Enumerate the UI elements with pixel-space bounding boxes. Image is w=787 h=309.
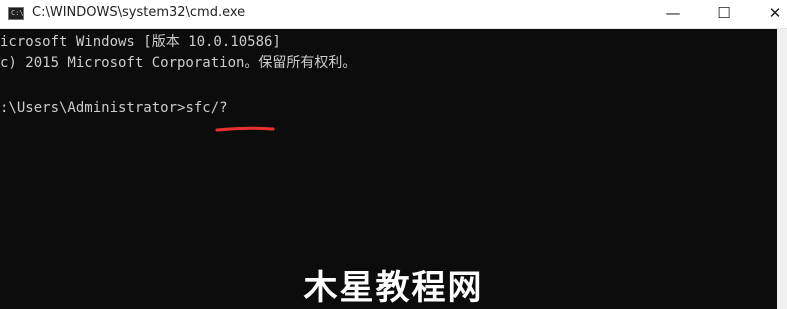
typed-command: sfc/? [185,100,228,116]
console-line-prompt: :\Users\Administrator>sfc/? [0,99,228,117]
cmd-window: C:\ C:\WINDOWS\system32\cmd.exe — ☐ ✕ ic… [0,0,787,309]
cmd-icon: C:\ [8,7,24,20]
console-output[interactable]: icrosoft Windows [版本 10.0.10586] c) 2015… [0,29,777,309]
watermark-text: 木星教程网 [303,268,484,308]
maximize-button[interactable]: ☐ [701,0,747,28]
scrollbar[interactable] [777,29,787,309]
console-line-copyright: c) 2015 Microsoft Corporation。保留所有权利。 [0,55,357,71]
close-button[interactable]: ✕ [752,0,787,28]
red-underline-annotation [215,126,275,132]
prompt-path: :\Users\Administrator> [0,100,186,116]
window-title: C:\WINDOWS\system32\cmd.exe [32,5,246,20]
minimize-button[interactable]: — [650,0,696,28]
console-line-version: icrosoft Windows [版本 10.0.10586] [0,34,281,50]
title-bar[interactable]: C:\ C:\WINDOWS\system32\cmd.exe — ☐ ✕ [0,0,787,29]
